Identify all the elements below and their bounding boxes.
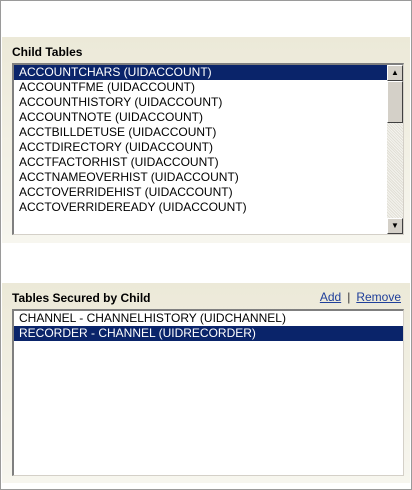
remove-link[interactable]: Remove <box>356 290 401 304</box>
list-item[interactable]: ACCTOVERRIDEREADY (UIDACCOUNT) <box>14 200 387 215</box>
list-item[interactable]: CHANNEL - CHANNELHISTORY (UIDCHANNEL) <box>14 311 403 326</box>
action-separator: | <box>347 290 351 304</box>
child-tables-panel: Child Tables ACCOUNTCHARS (UIDACCOUNT) A… <box>2 37 410 243</box>
child-tables-title: Child Tables <box>12 45 83 59</box>
list-item[interactable]: ACCTOVERRIDEHIST (UIDACCOUNT) <box>14 185 387 200</box>
list-item[interactable]: ACCTFACTORHIST (UIDACCOUNT) <box>14 155 387 170</box>
vertical-scrollbar[interactable]: ▲ ▼ <box>387 65 403 234</box>
list-item[interactable]: ACCTDIRECTORY (UIDACCOUNT) <box>14 140 387 155</box>
list-item[interactable]: ACCOUNTFME (UIDACCOUNT) <box>14 80 387 95</box>
scroll-up-arrow-icon[interactable]: ▲ <box>387 65 403 81</box>
scrollbar-thumb[interactable] <box>387 81 403 123</box>
child-tables-listbox[interactable]: ACCOUNTCHARS (UIDACCOUNT) ACCOUNTFME (UI… <box>12 63 404 235</box>
list-item[interactable]: ACCOUNTCHARS (UIDACCOUNT) <box>14 65 387 80</box>
secured-tables-title: Tables Secured by Child <box>12 291 151 305</box>
secured-tables-listbox[interactable]: CHANNEL - CHANNELHISTORY (UIDCHANNEL) RE… <box>12 309 404 476</box>
list-item[interactable]: ACCTBILLDETUSE (UIDACCOUNT) <box>14 125 387 140</box>
secured-tables-actions: Add | Remove <box>320 290 401 304</box>
secured-tables-panel: Tables Secured by Child Add | Remove CHANN… <box>2 283 410 483</box>
list-item[interactable]: RECORDER - CHANNEL (UIDRECORDER) <box>14 326 403 341</box>
add-link[interactable]: Add <box>320 290 341 304</box>
scroll-down-arrow-icon[interactable]: ▼ <box>387 218 403 234</box>
window-frame: Child Tables ACCOUNTCHARS (UIDACCOUNT) A… <box>0 0 412 490</box>
list-item[interactable]: ACCTNAMEOVERHIST (UIDACCOUNT) <box>14 170 387 185</box>
list-item[interactable]: ACCOUNTHISTORY (UIDACCOUNT) <box>14 95 387 110</box>
list-item[interactable]: ACCOUNTNOTE (UIDACCOUNT) <box>14 110 387 125</box>
